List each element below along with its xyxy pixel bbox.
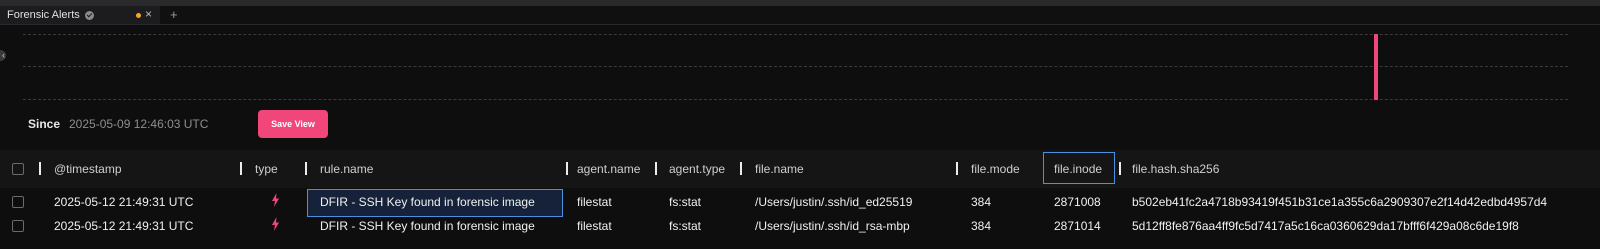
column-resize-handle[interactable] (39, 162, 41, 175)
close-icon[interactable]: × (145, 8, 152, 21)
grid-line (23, 34, 1568, 35)
column-header-rule-name[interactable]: rule.name (320, 162, 373, 176)
alerts-table: @timestamp type rule.name agent.name age… (0, 150, 1600, 249)
cell-file-mode: 384 (971, 219, 992, 233)
histogram-chart: ‹ (0, 24, 1600, 104)
row-checkbox[interactable] (12, 196, 24, 208)
new-tab-icon[interactable]: + (170, 7, 178, 22)
since-label: Since (28, 117, 61, 131)
cell-file-mode: 384 (971, 195, 992, 209)
table-row[interactable]: 2025-05-12 21:49:31 UTC DFIR - SSH Key f… (0, 189, 1600, 217)
column-resize-handle[interactable] (956, 162, 958, 175)
table-header: @timestamp type rule.name agent.name age… (0, 150, 1600, 188)
cell-agent-type: fs:stat (669, 195, 702, 209)
cell-agent-name: filestat (577, 195, 612, 209)
cell-file-name: /Users/justin/.ssh/id_rsa-mbp (755, 219, 910, 233)
row-checkbox[interactable] (12, 220, 24, 232)
since-value[interactable]: 2025-05-09 12:46:03 UTC (69, 117, 208, 131)
column-header-file-hash[interactable]: file.hash.sha256 (1132, 162, 1219, 176)
column-header-agent-type[interactable]: agent.type (669, 162, 725, 176)
column-header-file-name[interactable]: file.name (755, 162, 804, 176)
cell-rule-name[interactable]: DFIR - SSH Key found in forensic image (320, 219, 535, 233)
select-all-checkbox[interactable] (12, 163, 24, 175)
column-header-file-inode[interactable]: file.inode (1054, 162, 1102, 176)
cell-file-hash: 5d12ff8fe876aa4ff9fc5d7417a5c16ca0360629… (1132, 219, 1519, 233)
time-range-bar: Since 2025-05-09 12:46:03 UTC Save View (0, 108, 1600, 140)
column-resize-handle[interactable] (655, 162, 657, 175)
column-header-file-mode[interactable]: file.mode (971, 162, 1020, 176)
lightning-bolt-icon (272, 193, 279, 207)
column-resize-handle[interactable] (1119, 162, 1121, 175)
grid-line (23, 99, 1568, 100)
cell-timestamp: 2025-05-12 21:49:31 UTC (54, 195, 194, 209)
tab-forensic-alerts[interactable]: Forensic Alerts × (0, 6, 160, 24)
cell-file-name: /Users/justin/.ssh/id_ed25519 (755, 195, 913, 209)
tab-bar: Forensic Alerts × + (0, 6, 1600, 25)
column-header-agent-name[interactable]: agent.name (577, 162, 640, 176)
cell-file-inode: 2871014 (1054, 219, 1101, 233)
column-resize-handle[interactable] (305, 162, 307, 175)
cell-file-inode: 2871008 (1054, 195, 1101, 209)
histogram-bar[interactable] (1374, 34, 1378, 100)
column-resize-handle[interactable] (740, 162, 742, 175)
cell-rule-name[interactable]: DFIR - SSH Key found in forensic image (320, 195, 535, 209)
cell-agent-name: filestat (577, 219, 612, 233)
column-resize-handle[interactable] (240, 162, 242, 175)
cell-agent-type: fs:stat (669, 219, 702, 233)
save-view-button[interactable]: Save View (258, 110, 328, 138)
cell-timestamp: 2025-05-12 21:49:31 UTC (54, 219, 194, 233)
unsaved-dot-icon (136, 13, 141, 18)
tab-title: Forensic Alerts (7, 9, 80, 21)
collapse-chart-icon[interactable]: ‹ (0, 50, 6, 61)
table-row[interactable]: 2025-05-12 21:49:31 UTC DFIR - SSH Key f… (0, 213, 1600, 237)
cell-file-hash: b502eb41fc2a4718b93419f451b31ce1a355c6a2… (1132, 195, 1548, 209)
column-header-type[interactable]: type (255, 162, 278, 176)
column-resize-handle[interactable] (566, 162, 568, 175)
grid-line (23, 66, 1568, 67)
lightning-bolt-icon (272, 217, 279, 231)
column-header-timestamp[interactable]: @timestamp (54, 162, 122, 176)
verified-icon (84, 10, 94, 20)
